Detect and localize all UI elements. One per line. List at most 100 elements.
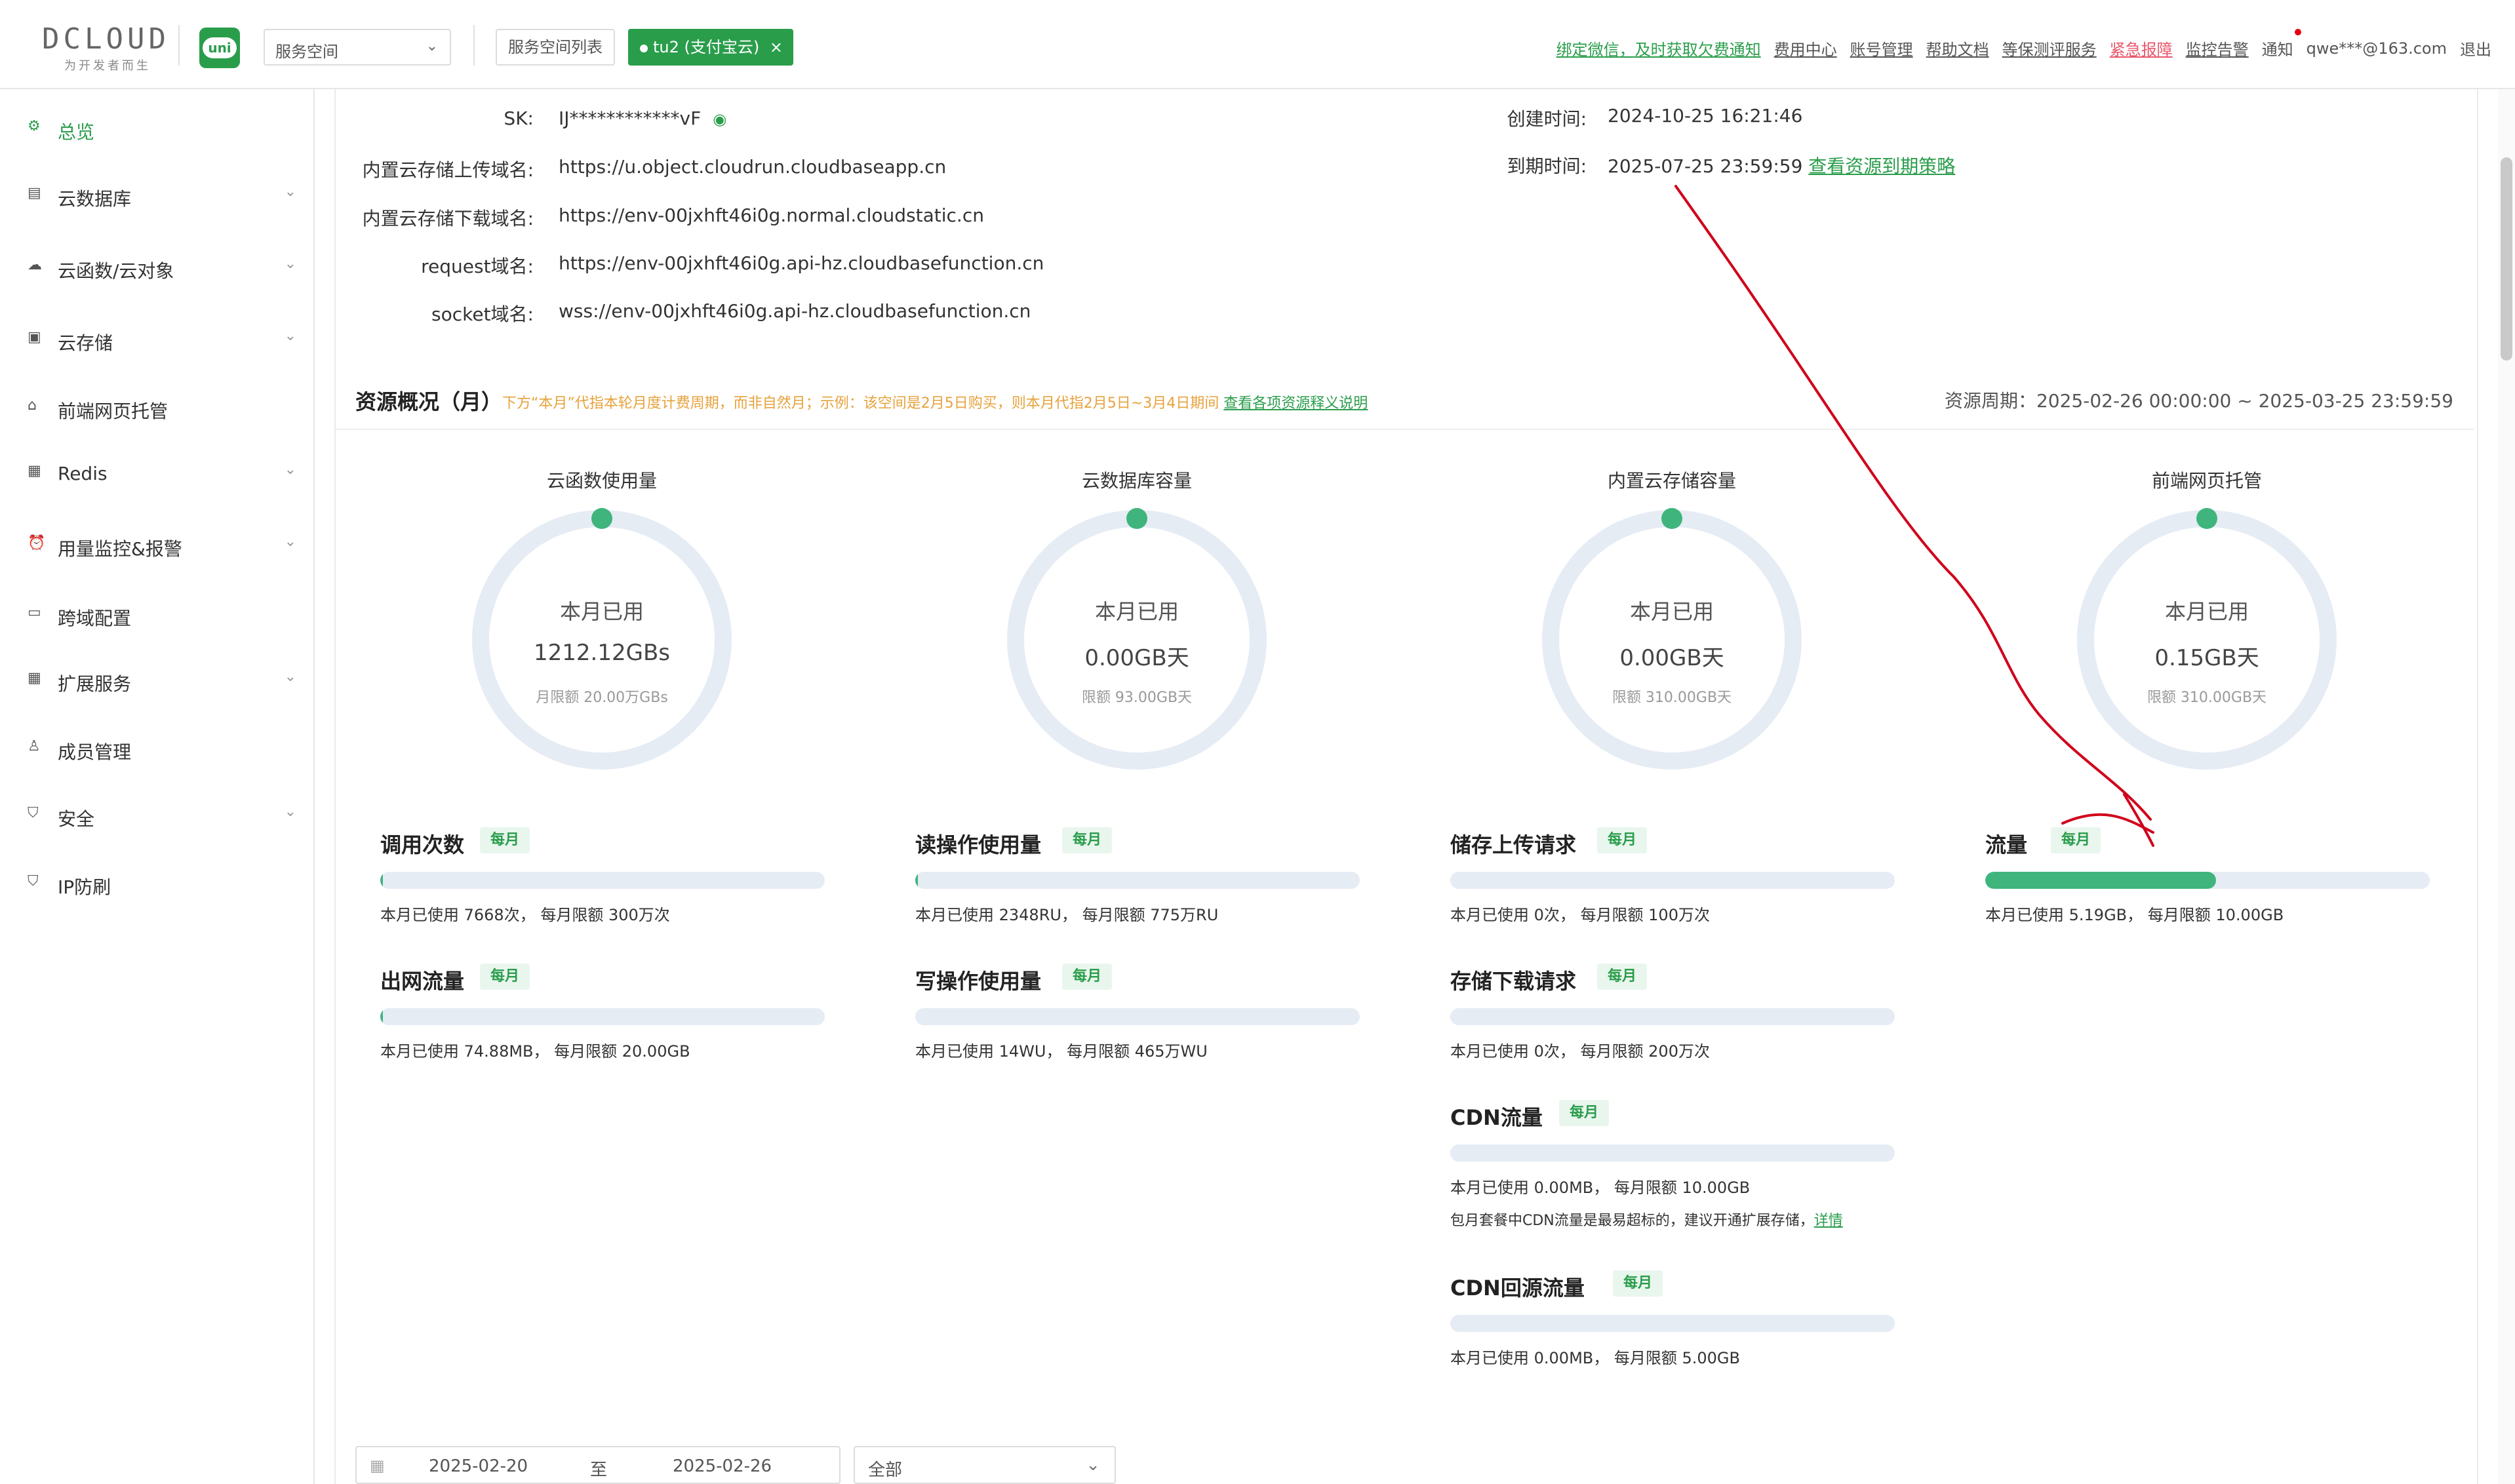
sidebar-item[interactable]: ⛉ IP防刷 [0,859,313,911]
sk-value: IJ************vF ◉ [559,107,726,129]
usage-progress-bar [1450,1008,1895,1025]
usage-donut: 本月已用 0.15GB天 限额 310.00GB天 [2077,508,2337,770]
usage-progress-bar [1450,1144,1895,1162]
cloud-icon: ☁ [28,257,42,273]
sidebar-item[interactable]: ▦ Redis ⌄ [0,448,313,501]
dcloud-logo[interactable]: DCLOUD [42,22,170,56]
sidebar-item[interactable]: ▭ 跨域配置 [0,590,313,642]
sidebar-item[interactable]: ▤ 云数据库 ⌄ [0,170,313,223]
logout-link[interactable]: 退出 [2460,37,2491,60]
fee-center-link[interactable]: 费用中心 [1774,37,1837,60]
eye-icon[interactable]: ◉ [713,110,726,128]
cors-icon: ▭ [28,604,41,621]
cdn-note: 包月套餐中CDN流量是最易超标的，建议开通扩展存储，详情 [1450,1209,1843,1230]
bind-wechat-link[interactable]: 绑定微信，及时获取欠费通知 [1556,37,1761,60]
donut-used-value: 0.00GB天 [1084,645,1189,671]
header-divider [178,25,180,66]
donut-knob [2196,508,2217,529]
security-eval-link[interactable]: 等保测评服务 [2002,37,2097,60]
scrollbar-thumb[interactable] [2501,157,2512,361]
metric-usage-text: 本月已使用 0次， 每月限额 200万次 [1450,1042,1710,1061]
logo-tagline: 为开发者而生 [64,59,151,73]
metric-name: 流量 [1985,832,2028,857]
gear-icon: ⚙ [28,118,41,134]
metric-usage-text: 本月已使用 0.00MB， 每月限额 5.00GB [1450,1349,1740,1367]
period-badge: 每月 [1597,964,1648,990]
overview-note: 下方“本月”代指本轮月度计费周期，而非自然月；示例：该空间是2月5日购买，则本月… [502,391,1368,412]
account-link[interactable]: 账号管理 [1850,37,1913,60]
sidebar-item-label: 云存储 [58,332,113,354]
main-content [334,89,2478,1484]
expire-policy-link[interactable]: 查看资源到期策略 [1808,155,1955,177]
current-env-tag[interactable]: tu2 (支付宝云) × [628,29,793,66]
donut-caption: 本月已用 [1629,599,1714,624]
apps-icon: ▦ [28,670,41,686]
sidebar-item-label: Redis [58,463,108,484]
sidebar-item[interactable]: ☁ 云函数/云对象 ⌄ [0,243,313,295]
chevron-down-icon: ⌄ [284,256,296,272]
space-select-value: 服务空间 [275,43,338,61]
donut-limit: 限额 310.00GB天 [2147,690,2267,706]
chevron-down-icon: ⌄ [284,669,296,685]
sidebar-item[interactable]: ⌂ 前端网页托管 [0,383,313,435]
period-badge: 每月 [1559,1100,1610,1126]
sidebar-item[interactable]: ⏰ 用量监控&报警 ⌄ [0,520,313,573]
close-icon[interactable]: × [770,29,783,66]
monitor-alert-link[interactable]: 监控告警 [2186,37,2249,60]
notifications-link[interactable]: 通知 [2262,37,2293,60]
divider [336,429,2474,430]
sidebar-item[interactable]: ⚙ 总览 [0,104,313,156]
date-range-picker[interactable]: ▦ 2025-02-20 至 2025-02-26 [355,1446,841,1484]
period-badge: 每月 [1597,827,1648,853]
progress-fill [1985,872,2216,889]
chevron-down-icon: ⌄ [284,184,296,200]
cdn-detail-link[interactable]: 详情 [1814,1213,1843,1229]
start-date[interactable]: 2025-02-20 [429,1456,528,1476]
sidebar-item-label: 云数据库 [58,188,132,210]
progress-fill [380,1008,383,1025]
usage-progress-bar [1450,1315,1895,1332]
sidebar-item[interactable]: ▣ 云存储 ⌄ [0,315,313,367]
sidebar-item-label: 前端网页托管 [58,400,168,422]
donut-caption: 本月已用 [2164,599,2249,624]
sidebar-item[interactable]: ⛉ 安全 ⌄ [0,791,313,843]
created-time-label: 创建时间: [1507,108,1587,130]
request-domain-label: request域名: [421,256,534,277]
help-docs-link[interactable]: 帮助文档 [1926,37,1989,60]
metric-usage-text: 本月已使用 0次， 每月限额 100万次 [1450,906,1710,924]
space-list-button[interactable]: 服务空间列表 [496,29,615,66]
end-date[interactable]: 2025-02-26 [673,1456,772,1476]
socket-domain-label: socket域名: [431,303,534,325]
donut-caption: 本月已用 [559,599,644,624]
metric-name: 储存上传请求 [1450,832,1577,857]
request-domain-value: https://env-00jxhft46i0g.api-hz.cloudbas… [559,252,1044,274]
upload-domain-value: https://u.object.cloudrun.cloudbaseapp.c… [559,156,947,178]
scope-select[interactable]: 全部 ⌄ [854,1446,1116,1484]
sidebar-item-label: 用量监控&报警 [58,538,182,560]
metric-name: 存储下载请求 [1450,969,1577,994]
ip-shield-icon: ⛉ [28,873,39,889]
download-domain-label: 内置云存储下载域名: [362,208,534,229]
donut-knob [1126,508,1147,529]
overview-title: 资源概况（月） [355,389,503,414]
user-account[interactable]: qwe***@163.com [2307,39,2447,58]
sidebar-item[interactable]: ♙ 成员管理 [0,724,313,776]
uni-logo-icon[interactable]: uni [199,28,240,68]
space-select[interactable]: 服务空间 ⌄ [264,29,451,66]
chevron-down-icon: ⌄ [284,328,296,344]
sidebar-item-label: 跨域配置 [58,608,132,629]
sidebar-item[interactable]: ▦ 扩展服务 ⌄ [0,655,313,708]
donut-limit: 限额 93.00GB天 [1081,690,1193,706]
resource-explain-link[interactable]: 查看各项资源释义说明 [1223,395,1368,412]
calendar-icon: ▦ [370,1456,385,1475]
urgent-report-link[interactable]: 紧急报障 [2110,37,2173,60]
donut-used-value: 0.00GB天 [1619,645,1724,671]
period-badge: 每月 [480,964,530,990]
cdn-note-text: 包月套餐中CDN流量是最易超标的，建议开通扩展存储， [1450,1213,1814,1229]
progress-fill [915,872,918,889]
status-dot-icon [640,45,648,52]
usage-progress-bar [915,1008,1360,1025]
sidebar-item-label: 成员管理 [58,741,132,763]
donut-knob [1661,508,1682,529]
date-separator: 至 [590,1460,608,1480]
